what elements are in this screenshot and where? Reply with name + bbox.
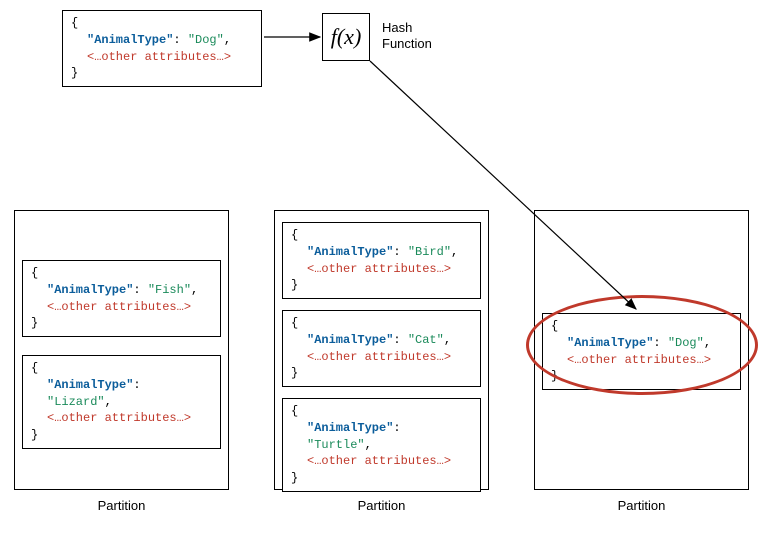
hash-symbol: f(x) [331, 24, 362, 50]
partition-label: Partition [534, 498, 749, 513]
hash-function-box: f(x) [322, 13, 370, 61]
partition-label: Partition [274, 498, 489, 513]
partition-item: { "AnimalType": "Fish", <…other attribut… [22, 260, 221, 337]
partition-item: { "AnimalType": "Lizard", <…other attrib… [22, 355, 221, 449]
brace-close: } [71, 66, 78, 80]
partition-item: { "AnimalType": "Cat", <…other attribute… [282, 310, 481, 387]
partition-item: { "AnimalType": "Bird", <…other attribut… [282, 222, 481, 299]
brace-open: { [71, 16, 78, 30]
input-json-box: { "AnimalType": "Dog", <…other attribute… [62, 10, 262, 87]
json-key: "AnimalType" [87, 33, 173, 47]
partition-item: { "AnimalType": "Dog", <…other attribute… [542, 313, 741, 390]
partition-item: { "AnimalType": "Turtle", <…other attrib… [282, 398, 481, 492]
json-other: <…other attributes…> [87, 50, 231, 64]
hash-function-label: Hash Function [382, 20, 432, 51]
partition-label: Partition [14, 498, 229, 513]
json-value: "Dog" [188, 33, 224, 47]
